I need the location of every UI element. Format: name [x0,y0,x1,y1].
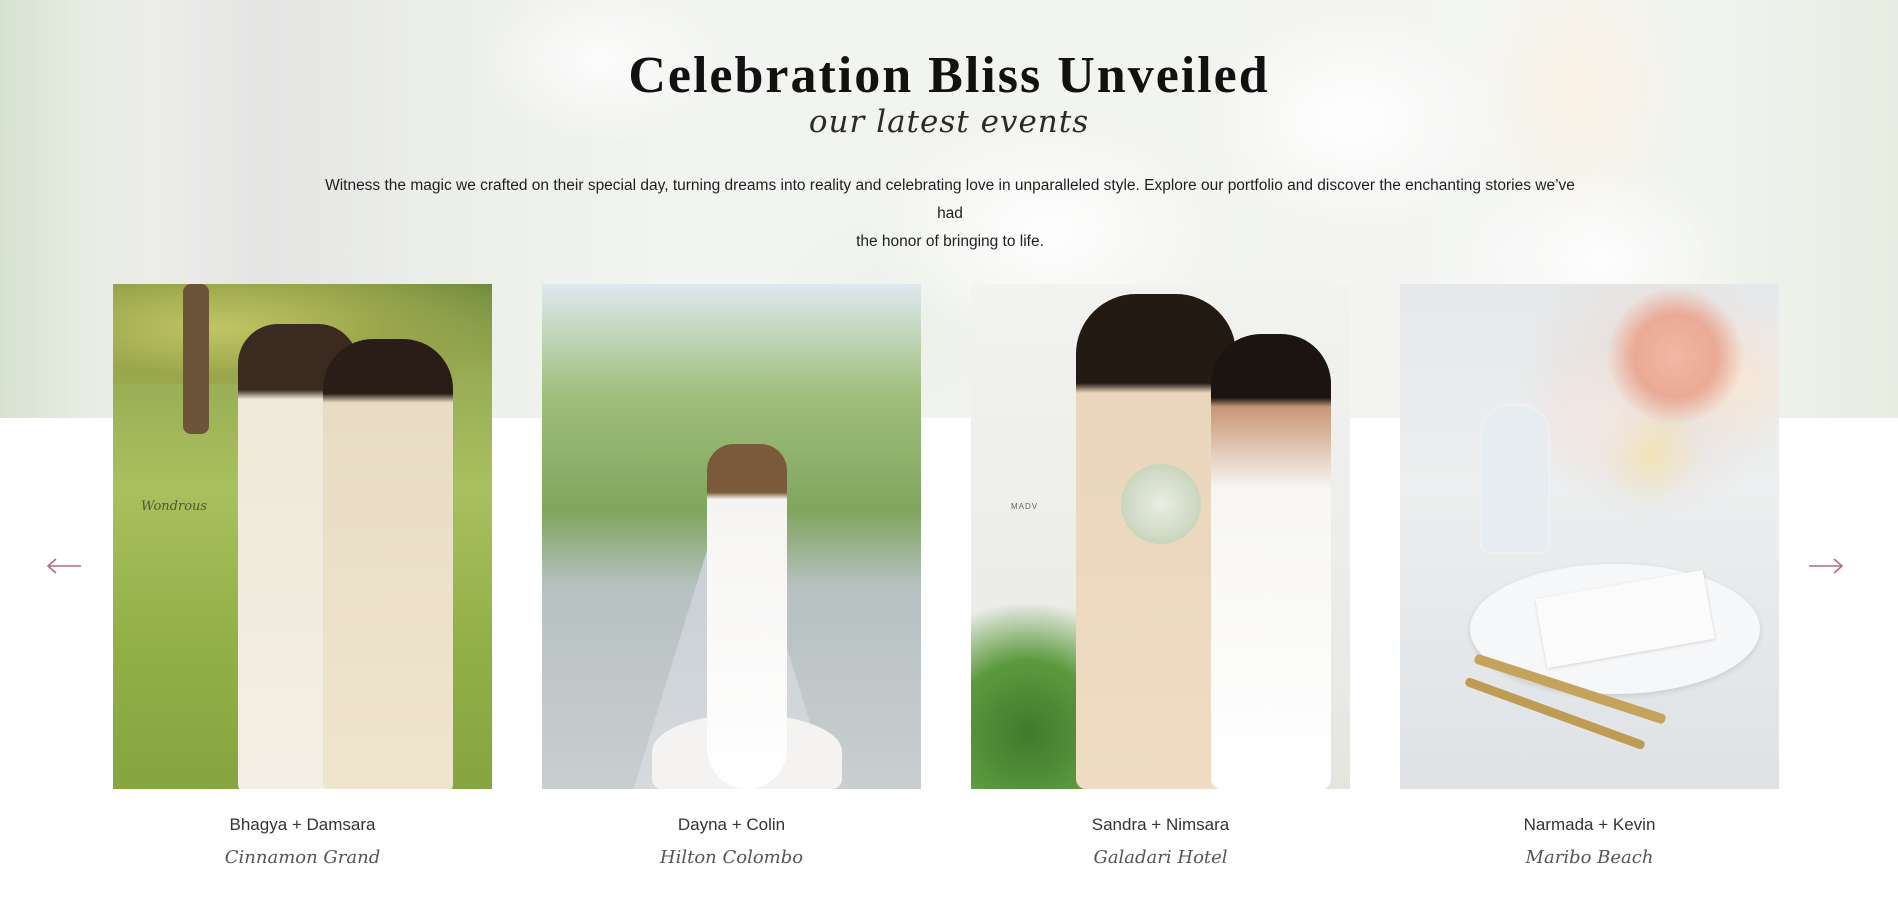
event-card[interactable]: MADV Sandra + Nimsara Galadari Hotel [971,284,1350,868]
section-subtitle: our latest events [808,104,1090,140]
event-card[interactable]: Narmada + Kevin Maribo Beach [1400,284,1779,868]
carousel-next-button[interactable] [1806,550,1846,582]
event-photo[interactable] [1400,284,1779,789]
event-couple-names[interactable]: Narmada + Kevin [1400,815,1779,835]
photographer-watermark: MADV [1011,502,1039,511]
event-card[interactable]: Dayna + Colin Hilton Colombo [542,284,921,868]
event-venue: Maribo Beach [1525,847,1654,868]
event-venue: Cinnamon Grand [224,847,381,868]
arrow-left-icon [46,558,81,574]
event-couple-names[interactable]: Bhagya + Damsara [113,815,492,835]
event-card[interactable]: Wondrous Bhagya + Damsara Cinnamon Grand [113,284,492,868]
event-couple-names[interactable]: Dayna + Colin [542,815,921,835]
intro-line-2: the honor of bringing to life. [856,233,1044,250]
arrow-right-icon [1809,558,1844,574]
event-couple-names[interactable]: Sandra + Nimsara [971,815,1350,835]
event-photo[interactable]: Wondrous [113,284,492,789]
event-venue: Hilton Colombo [659,847,804,868]
intro-line-1: Witness the magic we crafted on their sp… [325,177,1575,222]
carousel-prev-button[interactable] [44,550,84,582]
section-title: Celebration Bliss Unveiled [628,47,1270,104]
event-photo[interactable]: MADV [971,284,1350,789]
event-photo[interactable] [542,284,921,789]
event-venue: Galadari Hotel [1093,847,1228,868]
photographer-watermark: Wondrous [141,499,208,514]
section-intro: Witness the magic we crafted on their sp… [312,172,1588,256]
